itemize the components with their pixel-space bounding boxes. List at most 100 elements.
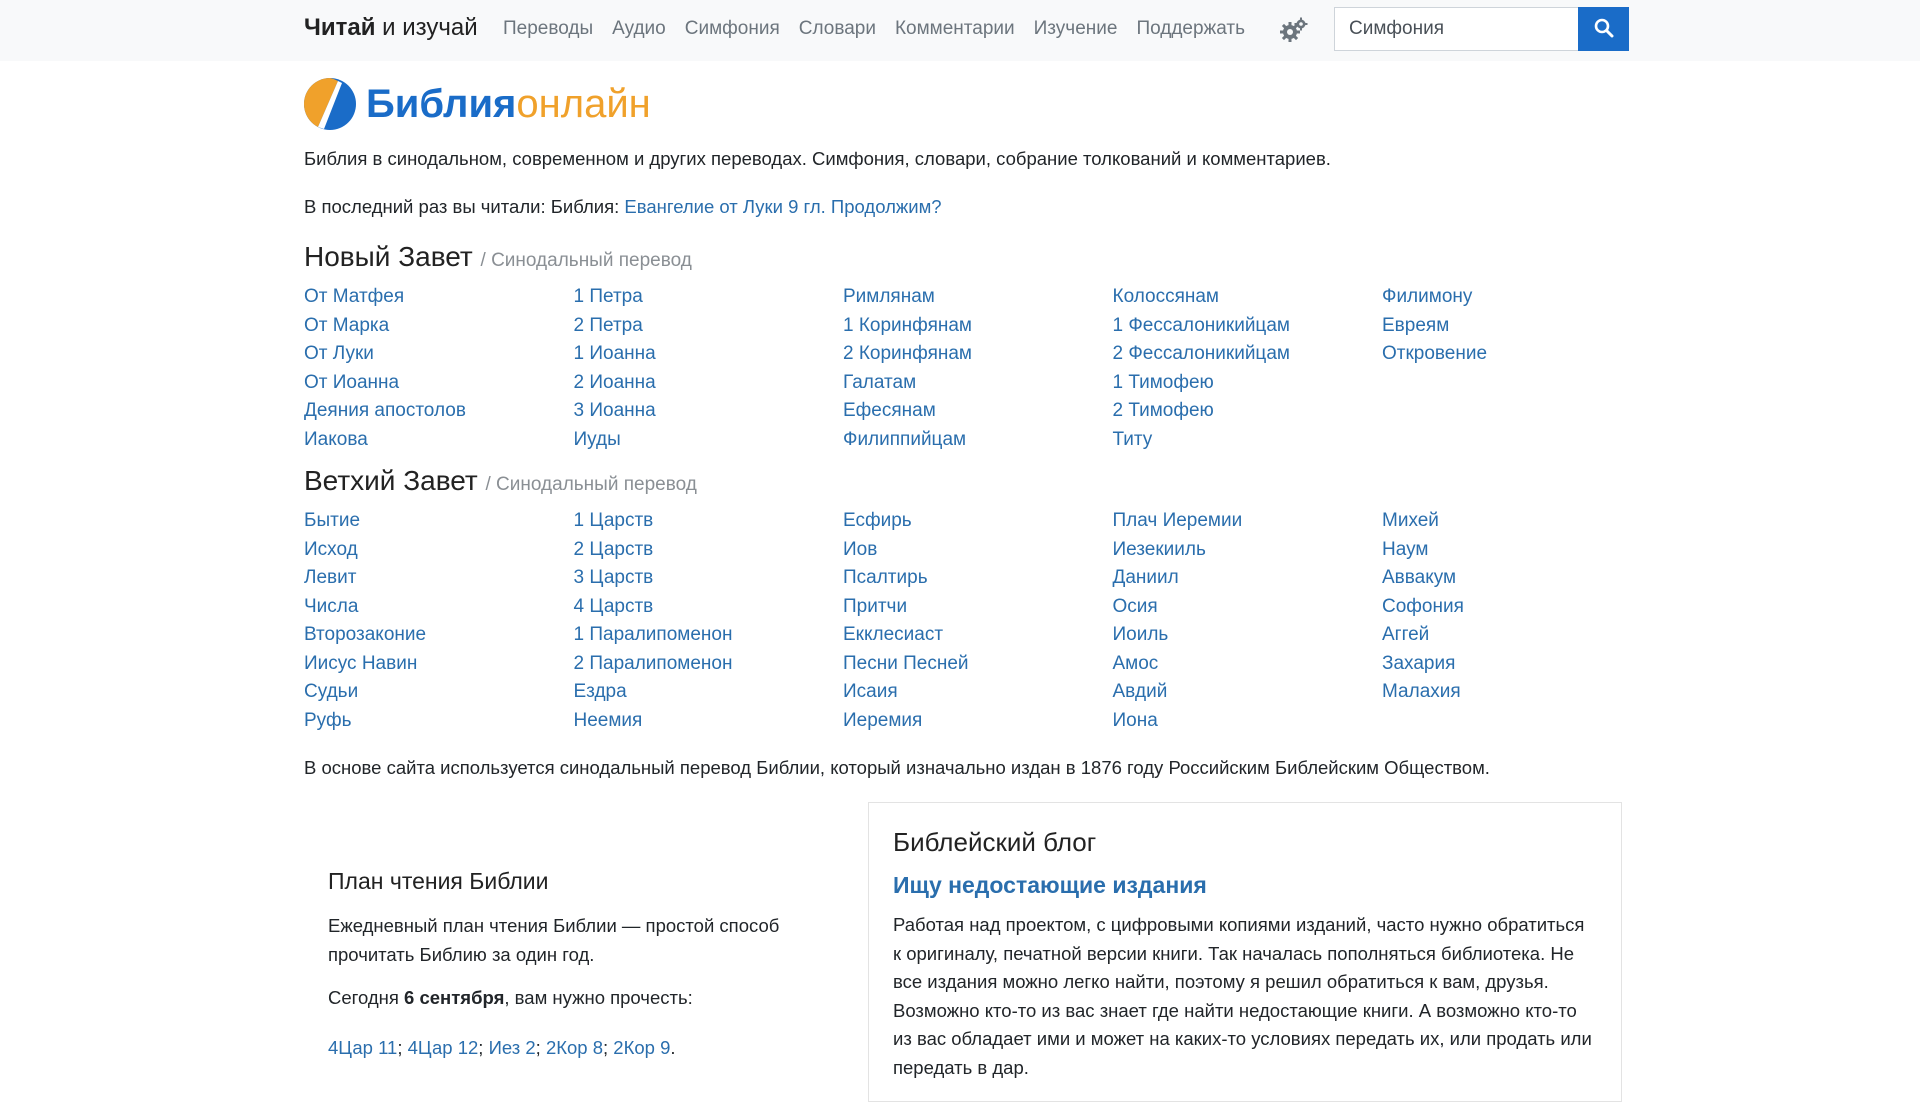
book-link[interactable]: Екклесиаст bbox=[843, 621, 1113, 650]
book-link[interactable]: Иезекииль bbox=[1113, 536, 1383, 565]
book-link[interactable]: Авдий bbox=[1113, 678, 1383, 707]
book-link[interactable]: 2 Коринфянам bbox=[843, 340, 1113, 369]
book-link[interactable]: Иакова bbox=[304, 426, 574, 455]
nav-item-comments[interactable]: Комментарии bbox=[895, 18, 1015, 40]
book-link[interactable]: От Марка bbox=[304, 312, 574, 341]
book-link[interactable]: Малахия bbox=[1382, 678, 1652, 707]
book-link[interactable]: Судьи bbox=[304, 678, 574, 707]
today-prefix: Сегодня bbox=[328, 987, 405, 1008]
nav-item-translations[interactable]: Переводы bbox=[503, 18, 593, 40]
book-link[interactable]: Исаия bbox=[843, 678, 1113, 707]
book-link[interactable]: Деяния апостолов bbox=[304, 397, 574, 426]
book-link[interactable]: От Матфея bbox=[304, 283, 574, 312]
search-button[interactable] bbox=[1578, 7, 1629, 51]
blog-post-title[interactable]: Ищу недостающие издания bbox=[893, 872, 1207, 898]
book-link[interactable]: Осия bbox=[1113, 593, 1383, 622]
old-testament-books: Бытие Исход Левит Числа Второзаконие Иисус На… bbox=[304, 507, 1654, 735]
book-link[interactable]: 2 Тимофею bbox=[1113, 397, 1383, 426]
book-link[interactable]: От Луки bbox=[304, 340, 574, 369]
reading-plan-title: План чтения Библии bbox=[328, 868, 549, 894]
book-link[interactable]: Галатам bbox=[843, 369, 1113, 398]
book-link[interactable]: 1 Петра bbox=[574, 283, 844, 312]
book-link[interactable]: Неемия bbox=[574, 707, 844, 736]
book-link[interactable]: Софония bbox=[1382, 593, 1652, 622]
old-testament-subtitle: / Синодальный перевод bbox=[485, 474, 697, 495]
old-testament-heading: Ветхий Завет / Синодальный перевод bbox=[304, 465, 697, 497]
new-testament-subtitle: / Синодальный перевод bbox=[480, 250, 692, 271]
book-link[interactable]: Псалтирь bbox=[843, 564, 1113, 593]
book-link[interactable]: Левит bbox=[304, 564, 574, 593]
book-link[interactable]: 2 Царств bbox=[574, 536, 844, 565]
reading-plan-today: Сегодня 6 сентября, вам нужно прочесть: bbox=[328, 987, 808, 1009]
blog-card: Библейский блог Ищу недостающие издания … bbox=[868, 802, 1622, 1102]
book-link[interactable]: Руфь bbox=[304, 707, 574, 736]
search-input[interactable] bbox=[1334, 7, 1578, 51]
reading-link[interactable]: 2Кор 8 bbox=[546, 1037, 603, 1058]
book-link[interactable]: Михей bbox=[1382, 507, 1652, 536]
book-link[interactable]: Есфирь bbox=[843, 507, 1113, 536]
book-link[interactable]: 1 Паралипоменон bbox=[574, 621, 844, 650]
book-link[interactable]: Исход bbox=[304, 536, 574, 565]
book-link[interactable]: Амос bbox=[1113, 650, 1383, 679]
book-link[interactable]: 2 Паралипоменон bbox=[574, 650, 844, 679]
book-link[interactable]: Даниил bbox=[1113, 564, 1383, 593]
book-link[interactable]: От Иоанна bbox=[304, 369, 574, 398]
gears-icon[interactable] bbox=[1280, 17, 1308, 43]
logo-text: Библияонлайн bbox=[366, 84, 651, 124]
book-link[interactable]: Титу bbox=[1113, 426, 1383, 455]
book-link[interactable]: Римлянам bbox=[843, 283, 1113, 312]
book-link[interactable]: Ездра bbox=[574, 678, 844, 707]
book-link[interactable]: Захария bbox=[1382, 650, 1652, 679]
book-link[interactable]: Евреям bbox=[1382, 312, 1652, 341]
nav-item-audio[interactable]: Аудио bbox=[612, 18, 666, 40]
reading-link[interactable]: 2Кор 9 bbox=[613, 1037, 670, 1058]
reading-separator: ; bbox=[603, 1037, 614, 1058]
logo-mark-icon bbox=[304, 78, 356, 130]
book-link[interactable]: Бытие bbox=[304, 507, 574, 536]
book-link[interactable]: 1 Иоанна bbox=[574, 340, 844, 369]
book-link[interactable]: Филиппийцам bbox=[843, 426, 1113, 455]
reading-link[interactable]: 4Цар 12 bbox=[408, 1037, 479, 1058]
new-testament-books: От Матфея От Марка От Луки От Иоанна Деяния … bbox=[304, 283, 1654, 454]
book-link[interactable]: Плач Иеремии bbox=[1113, 507, 1383, 536]
last-read-link[interactable]: Евангелие от Луки 9 гл. Продолжим? bbox=[624, 196, 941, 217]
book-link[interactable]: Наум bbox=[1382, 536, 1652, 565]
book-link[interactable]: 3 Иоанна bbox=[574, 397, 844, 426]
site-logo[interactable]: Библияонлайн bbox=[304, 78, 651, 130]
book-link[interactable]: Ефесянам bbox=[843, 397, 1113, 426]
book-link[interactable]: Иуды bbox=[574, 426, 844, 455]
book-link[interactable]: Колоссянам bbox=[1113, 283, 1383, 312]
nav-item-symphony[interactable]: Симфония bbox=[685, 18, 780, 40]
nav-item-support[interactable]: Поддержать bbox=[1136, 18, 1245, 40]
book-link[interactable]: 4 Царств bbox=[574, 593, 844, 622]
book-link[interactable]: 1 Царств bbox=[574, 507, 844, 536]
reading-separator: ; bbox=[397, 1037, 408, 1058]
book-link[interactable]: Иоиль bbox=[1113, 621, 1383, 650]
book-link[interactable]: Аггей bbox=[1382, 621, 1652, 650]
book-link[interactable]: Иисус Навин bbox=[304, 650, 574, 679]
book-link[interactable]: 1 Коринфянам bbox=[843, 312, 1113, 341]
nav-item-dictionaries[interactable]: Словари bbox=[799, 18, 876, 40]
nav-item-study[interactable]: Изучение bbox=[1034, 18, 1118, 40]
book-link[interactable]: Второзаконие bbox=[304, 621, 574, 650]
reading-plan-links: 4Цар 11; 4Цар 12; Иез 2; 2Кор 8; 2Кор 9. bbox=[328, 1037, 808, 1059]
book-link[interactable]: Откровение bbox=[1382, 340, 1652, 369]
book-link[interactable]: Иов bbox=[843, 536, 1113, 565]
book-link[interactable]: 1 Тимофею bbox=[1113, 369, 1383, 398]
site-brand[interactable]: Читай и изучай bbox=[304, 14, 478, 42]
book-link[interactable]: Числа bbox=[304, 593, 574, 622]
book-link[interactable]: 2 Иоанна bbox=[574, 369, 844, 398]
book-link[interactable]: 2 Фессалоникийцам bbox=[1113, 340, 1383, 369]
book-link[interactable]: Притчи bbox=[843, 593, 1113, 622]
reading-link[interactable]: Иез 2 bbox=[489, 1037, 536, 1058]
book-link[interactable]: Иеремия bbox=[843, 707, 1113, 736]
reading-link[interactable]: 4Цар 11 bbox=[328, 1037, 397, 1058]
book-link[interactable]: 2 Петра bbox=[574, 312, 844, 341]
last-read: В последний раз вы читали: Библия: Еванг… bbox=[304, 196, 942, 218]
book-link[interactable]: Иона bbox=[1113, 707, 1383, 736]
book-link[interactable]: 3 Царств bbox=[574, 564, 844, 593]
book-link[interactable]: 1 Фессалоникийцам bbox=[1113, 312, 1383, 341]
book-link[interactable]: Филимону bbox=[1382, 283, 1652, 312]
book-link[interactable]: Аввакум bbox=[1382, 564, 1652, 593]
book-link[interactable]: Песни Песней bbox=[843, 650, 1113, 679]
